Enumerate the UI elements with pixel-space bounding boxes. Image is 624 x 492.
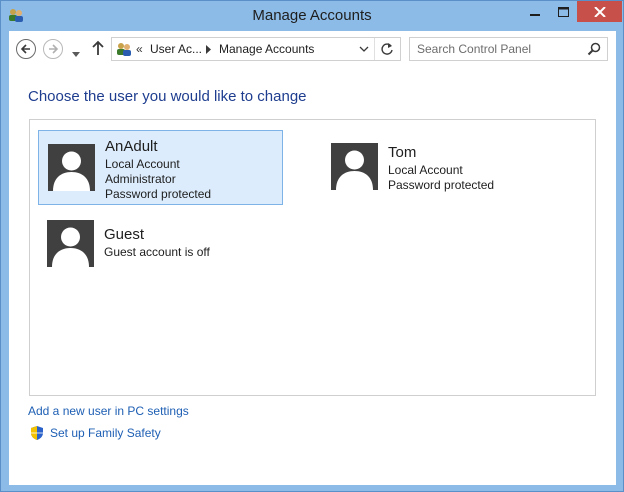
client-area: « User Ac... Manage Accounts Search Cont… [9,31,616,485]
account-name: AnAdult [105,138,158,155]
close-icon [593,6,606,17]
manage-accounts-window: Manage Accounts « User Ac... Manage Acco… [0,0,624,492]
account-name: Tom [388,144,417,161]
account-password-status: Password protected [388,178,495,192]
navigation-bar: « User Ac... Manage Accounts Search Cont… [9,31,616,67]
account-type: Local Account [388,163,463,177]
minimize-button[interactable] [521,1,549,22]
up-button[interactable] [92,39,104,62]
breadcrumb-current[interactable]: Manage Accounts [219,42,314,56]
recent-locations-button[interactable] [72,45,80,63]
back-button[interactable] [16,39,36,59]
account-type: Local Account [105,157,180,171]
breadcrumb-parent[interactable]: User Ac... [150,42,202,56]
address-bar[interactable]: « User Ac... Manage Accounts [111,37,401,61]
search-placeholder: Search Control Panel [417,42,532,56]
minimize-icon [530,13,540,16]
user-avatar-icon [48,144,95,191]
account-name: Guest [104,226,145,243]
search-icon[interactable] [587,42,601,56]
forward-arrow-icon [49,44,59,54]
chevron-down-icon [72,52,80,57]
breadcrumb-overflow[interactable]: « [136,42,143,56]
breadcrumb-arrow-icon[interactable] [206,45,212,54]
accounts-panel: AnAdult Local Account Administrator Pass… [29,119,596,396]
add-user-link[interactable]: Add a new user in PC settings [28,404,189,418]
maximize-icon [557,6,569,17]
back-arrow-icon [20,44,30,54]
user-avatar-icon [331,143,378,190]
search-input[interactable]: Search Control Panel [409,37,608,61]
family-safety-link[interactable]: Set up Family Safety [50,426,161,440]
account-password-status: Password protected [105,187,212,201]
address-divider [374,38,375,60]
account-tile-guest[interactable]: Guest Guest account is off [38,212,283,277]
account-role: Administrator [105,172,176,186]
shield-icon [31,426,43,440]
up-arrow-icon [92,40,104,55]
forward-button[interactable] [43,39,63,59]
page-title: Choose the user you would like to change [28,88,307,105]
close-button[interactable] [577,1,622,22]
account-tile-tom[interactable]: Tom Local Account Password protected [322,130,567,205]
refresh-icon[interactable] [380,42,394,56]
control-panel-icon [117,43,131,56]
account-status: Guest account is off [104,245,210,259]
account-tile-anadult[interactable]: AnAdult Local Account Administrator Pass… [38,130,283,205]
title-bar[interactable]: Manage Accounts [1,1,623,31]
address-history-icon[interactable] [358,43,370,55]
maximize-button[interactable] [549,1,577,22]
user-avatar-icon [47,220,94,267]
